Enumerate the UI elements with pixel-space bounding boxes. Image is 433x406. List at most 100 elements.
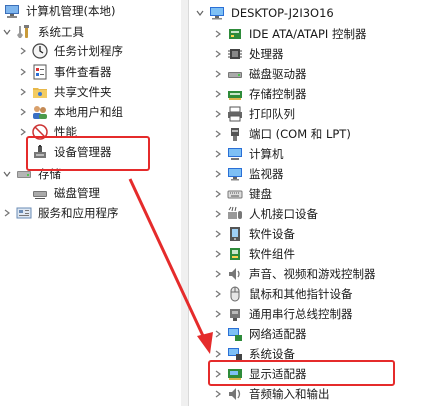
- chevron-right-icon[interactable]: [213, 67, 223, 81]
- device-category-item[interactable]: 音频输入和输出: [213, 384, 330, 404]
- device-category-label: 鼠标和其他指针设备: [249, 287, 353, 301]
- device-category-label: 监视器: [249, 167, 284, 181]
- chevron-right-icon[interactable]: [18, 65, 28, 79]
- device-category-label: 软件设备: [249, 227, 295, 241]
- users-icon: [32, 104, 48, 120]
- chevron-down-icon[interactable]: [2, 25, 12, 39]
- device-category-label: 处理器: [249, 47, 284, 61]
- tree-item-performance[interactable]: 性能: [18, 122, 77, 142]
- chevron-right-icon[interactable]: [18, 44, 28, 58]
- chevron-right-icon[interactable]: [213, 347, 223, 361]
- tree-label: 磁盘管理: [54, 186, 100, 200]
- chevron-right-icon[interactable]: [213, 207, 223, 221]
- chevron-down-icon[interactable]: [2, 167, 12, 181]
- storage-controller-icon: [227, 86, 243, 102]
- device-category-label: 音频输入和输出: [249, 387, 330, 401]
- device-category-item[interactable]: 打印队列: [213, 104, 295, 124]
- disk-drive-icon: [227, 66, 243, 82]
- device-category-item[interactable]: 磁盘驱动器: [213, 64, 307, 84]
- device-category-label: 计算机: [249, 147, 284, 161]
- device-category-item[interactable]: 监视器: [213, 164, 284, 184]
- device-category-item[interactable]: 键盘: [213, 184, 272, 204]
- device-category-item[interactable]: 通用串行总线控制器: [213, 304, 353, 324]
- software-component-icon: [227, 246, 243, 262]
- device-category-item[interactable]: 存储控制器: [213, 84, 307, 104]
- chevron-right-icon[interactable]: [213, 247, 223, 261]
- device-category-item[interactable]: 计算机: [213, 144, 284, 164]
- tree-item-computer-management[interactable]: 计算机管理(本地): [4, 1, 115, 21]
- chevron-right-icon[interactable]: [213, 387, 223, 401]
- chevron-right-icon[interactable]: [213, 47, 223, 61]
- tree-label: 设备管理器: [54, 145, 112, 159]
- tools-icon: [16, 24, 32, 40]
- chevron-right-icon[interactable]: [213, 87, 223, 101]
- chevron-right-icon[interactable]: [213, 167, 223, 181]
- device-category-item[interactable]: 端口 (COM 和 LPT): [213, 124, 351, 144]
- tree-item-storage[interactable]: 存储: [2, 164, 61, 184]
- tree-item-system-tools[interactable]: 系统工具: [2, 22, 84, 42]
- chevron-right-icon[interactable]: [213, 147, 223, 161]
- device-category-label: 人机接口设备: [249, 207, 318, 221]
- device-category-item[interactable]: 软件组件: [213, 244, 295, 264]
- pane-splitter[interactable]: [181, 0, 188, 406]
- device-category-label: 软件组件: [249, 247, 295, 261]
- device-category-label: IDE ATA/ATAPI 控制器: [249, 27, 367, 41]
- chevron-right-icon[interactable]: [18, 85, 28, 99]
- device-category-item[interactable]: 显示适配器: [213, 364, 307, 384]
- chevron-right-icon[interactable]: [213, 107, 223, 121]
- device-category-label: 网络适配器: [249, 327, 307, 341]
- device-category-label: 通用串行总线控制器: [249, 307, 353, 321]
- device-category-label: 键盘: [249, 187, 272, 201]
- chevron-right-icon[interactable]: [213, 307, 223, 321]
- tree-item-computer-root[interactable]: DESKTOP-J2I3O16: [195, 3, 334, 23]
- device-category-item[interactable]: IDE ATA/ATAPI 控制器: [213, 24, 366, 44]
- chevron-down-icon[interactable]: [195, 6, 205, 20]
- chevron-right-icon[interactable]: [213, 187, 223, 201]
- tree-item-shared-folders[interactable]: 共享文件夹: [18, 82, 112, 102]
- tree-label: 存储: [38, 167, 61, 181]
- device-category-label: 端口 (COM 和 LPT): [249, 127, 351, 141]
- shared-folder-icon: [32, 84, 48, 100]
- device-category-item[interactable]: 声音、视频和游戏控制器: [213, 264, 376, 284]
- chevron-right-icon[interactable]: [18, 125, 28, 139]
- performance-icon: [32, 124, 48, 140]
- tree-item-device-manager[interactable]: 设备管理器: [18, 142, 112, 162]
- device-category-item[interactable]: 系统设备: [213, 344, 295, 364]
- device-category-label: 打印队列: [249, 107, 295, 121]
- tree-label: 计算机管理(本地): [26, 4, 116, 18]
- console-tree-pane: 计算机管理(本地) 系统工具 任务计划程序 事件查看器 共享文件夹 本地用户和组…: [0, 0, 181, 406]
- device-category-label: 磁盘驱动器: [249, 67, 307, 81]
- chevron-right-icon[interactable]: [213, 127, 223, 141]
- chevron-right-icon[interactable]: [213, 367, 223, 381]
- device-category-item[interactable]: 网络适配器: [213, 324, 307, 344]
- device-category-label: 声音、视频和游戏控制器: [249, 267, 376, 281]
- device-category-label: 显示适配器: [249, 367, 307, 381]
- display-adapter-icon: [227, 366, 243, 382]
- mouse-icon: [227, 286, 243, 302]
- tree-item-task-scheduler[interactable]: 任务计划程序: [18, 41, 123, 61]
- audio-io-icon: [227, 386, 243, 402]
- port-icon: [227, 126, 243, 142]
- device-category-item[interactable]: 鼠标和其他指针设备: [213, 284, 353, 304]
- computer-icon: [209, 5, 225, 21]
- chevron-right-icon[interactable]: [213, 27, 223, 41]
- chevron-right-icon[interactable]: [213, 327, 223, 341]
- tree-item-event-viewer[interactable]: 事件查看器: [18, 62, 112, 82]
- tree-item-services-apps[interactable]: 服务和应用程序: [2, 203, 119, 223]
- tree-label: 服务和应用程序: [38, 206, 119, 220]
- device-category-item[interactable]: 处理器: [213, 44, 284, 64]
- ide-controller-icon: [227, 26, 243, 42]
- network-adapter-icon: [227, 326, 243, 342]
- device-category-item[interactable]: 软件设备: [213, 224, 295, 244]
- tree-item-local-users[interactable]: 本地用户和组: [18, 102, 123, 122]
- software-device-icon: [227, 226, 243, 242]
- chevron-right-icon[interactable]: [18, 105, 28, 119]
- device-category-item[interactable]: 人机接口设备: [213, 204, 318, 224]
- clock-icon: [32, 43, 48, 59]
- chevron-right-icon[interactable]: [213, 287, 223, 301]
- chevron-right-icon[interactable]: [213, 267, 223, 281]
- chevron-right-icon[interactable]: [213, 227, 223, 241]
- tree-item-disk-management[interactable]: 磁盘管理: [18, 183, 100, 203]
- tree-label: 任务计划程序: [54, 44, 123, 58]
- chevron-right-icon[interactable]: [2, 206, 12, 220]
